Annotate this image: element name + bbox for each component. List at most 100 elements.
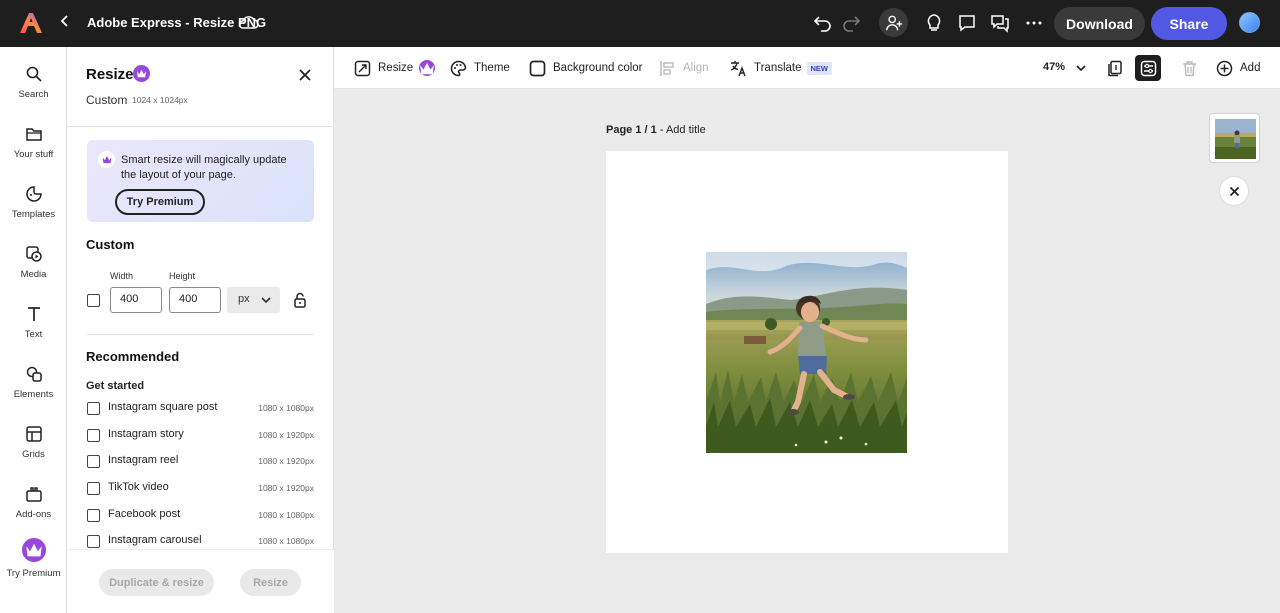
toolbar-align-label: Align xyxy=(683,62,709,74)
zoom-level[interactable]: 47% xyxy=(1043,61,1065,73)
rail-item-elements[interactable]: Elements xyxy=(0,365,67,400)
toolbar-add[interactable]: Add xyxy=(1216,58,1260,78)
preset-row[interactable]: Instagram story 1080 x 1920px xyxy=(87,426,314,446)
toolbar-resize-label: Resize xyxy=(378,62,414,74)
preset-row[interactable]: Instagram square post 1080 x 1080px xyxy=(87,399,314,419)
canvas-page[interactable] xyxy=(606,151,1008,553)
translate-icon xyxy=(730,60,746,76)
preset-checkbox[interactable] xyxy=(87,455,100,468)
rail-label: Your stuff xyxy=(13,149,54,160)
search-icon xyxy=(26,66,42,82)
toolbar-translate[interactable]: Translate NEW xyxy=(730,58,833,78)
toolbar-background-label: Background color xyxy=(553,62,643,74)
rail-item-your-stuff[interactable]: Your stuff xyxy=(0,125,67,160)
preset-size: 1080 x 1920px xyxy=(258,456,314,466)
rail-label: Add-ons xyxy=(15,509,52,520)
canvas-toolbar: Resize Theme Background color Align Tran… xyxy=(334,47,1280,89)
custom-size-checkbox[interactable] xyxy=(87,294,100,307)
height-label: Height xyxy=(169,271,196,281)
preset-size: 1080 x 1920px xyxy=(258,483,314,493)
toolbar-background-color[interactable]: Background color xyxy=(529,58,643,78)
close-icon[interactable] xyxy=(297,67,313,83)
rail-item-templates[interactable]: Templates xyxy=(0,185,67,220)
rail-label: Search xyxy=(18,89,49,100)
toolbar-theme[interactable]: Theme xyxy=(450,58,510,78)
rail-item-try-premium[interactable]: Try Premium xyxy=(0,538,67,579)
page-label: Page 1 / 1 - Add title xyxy=(606,124,706,136)
page-number: Page 1 / 1 xyxy=(606,124,657,136)
rail-item-text[interactable]: Text xyxy=(0,305,67,340)
page-thumbnail[interactable] xyxy=(1209,113,1260,163)
undo-icon[interactable] xyxy=(812,12,834,34)
rail-item-grids[interactable]: Grids xyxy=(0,425,67,460)
lightbulb-icon[interactable] xyxy=(923,12,945,34)
preset-checkbox[interactable] xyxy=(87,429,100,442)
preset-row[interactable]: Facebook post 1080 x 1080px xyxy=(87,506,314,526)
promo-text: Smart resize will magically update the l… xyxy=(121,154,287,181)
toolbar-align[interactable]: Align xyxy=(659,58,709,78)
premium-crown-icon xyxy=(419,60,436,76)
share-button[interactable]: Share xyxy=(1151,7,1227,40)
unlock-icon[interactable] xyxy=(292,292,308,308)
page-separator: - xyxy=(656,124,666,136)
premium-crown-icon xyxy=(133,65,150,82)
comments-panel-icon[interactable] xyxy=(989,12,1011,34)
preset-name: Instagram square post xyxy=(108,401,218,413)
preset-row[interactable]: Instagram reel 1080 x 1920px xyxy=(87,452,314,472)
invite-collaborator-button[interactable] xyxy=(879,8,908,37)
pages-button[interactable] xyxy=(1101,55,1127,81)
preset-checkbox[interactable] xyxy=(87,509,100,522)
back-chevron-icon[interactable] xyxy=(60,14,70,30)
top-bar: Adobe Express - Resize PNG Download Shar… xyxy=(0,0,1280,47)
background-color-icon xyxy=(529,60,546,76)
crown-icon xyxy=(21,538,46,562)
add-title-link[interactable]: Add title xyxy=(666,124,706,136)
redo-icon[interactable] xyxy=(840,12,862,34)
toolbar-translate-label: Translate xyxy=(754,62,802,74)
resize-panel: Resize Custom 1024 x 1024px Smart resize… xyxy=(67,47,334,613)
toolbar-resize[interactable]: Resize xyxy=(354,58,436,78)
preset-name: TikTok video xyxy=(108,481,169,493)
rail-item-search[interactable]: Search xyxy=(0,65,67,100)
close-icon xyxy=(1229,186,1239,196)
current-size-label: 1024 x 1024px xyxy=(132,95,188,105)
preset-checkbox[interactable] xyxy=(87,482,100,495)
duplicate-resize-button[interactable]: Duplicate & resize xyxy=(99,569,214,596)
cloud-sync-icon[interactable] xyxy=(237,13,259,31)
grid-icon xyxy=(25,426,42,442)
divider xyxy=(87,334,314,335)
preset-size: 1080 x 1080px xyxy=(258,403,314,413)
more-options-icon[interactable] xyxy=(1023,12,1045,34)
height-input[interactable]: 400 xyxy=(169,287,221,313)
rail-item-add-ons[interactable]: Add-ons xyxy=(0,485,67,520)
try-premium-button[interactable]: Try Premium xyxy=(115,189,205,215)
unit-dropdown[interactable]: px xyxy=(227,287,280,313)
media-icon xyxy=(25,246,42,262)
folder-icon xyxy=(25,128,42,141)
width-input[interactable]: 400 xyxy=(110,287,162,313)
layers-button[interactable] xyxy=(1135,55,1161,81)
rail-label: Media xyxy=(20,269,47,280)
delete-button[interactable] xyxy=(1176,55,1202,81)
resize-button[interactable]: Resize xyxy=(240,569,301,596)
close-pages-panel-button[interactable] xyxy=(1220,177,1248,205)
photo-child-running-in-field[interactable] xyxy=(706,252,907,453)
preset-row[interactable]: TikTok video 1080 x 1920px xyxy=(87,479,314,499)
rail-label: Text xyxy=(24,329,43,340)
preset-name: Facebook post xyxy=(108,508,181,520)
premium-promo-card: Smart resize will magically update the l… xyxy=(87,140,314,222)
person-add-icon xyxy=(885,15,902,30)
rail-item-media[interactable]: Media xyxy=(0,245,67,280)
adobe-express-logo[interactable] xyxy=(19,11,43,35)
sliders-icon xyxy=(1140,60,1156,76)
divider xyxy=(67,126,334,127)
photo-image xyxy=(706,252,907,453)
download-button[interactable]: Download xyxy=(1054,7,1145,40)
preset-checkbox[interactable] xyxy=(87,535,100,548)
preset-checkbox[interactable] xyxy=(87,402,100,415)
comment-icon[interactable] xyxy=(956,12,978,34)
user-avatar[interactable] xyxy=(1239,12,1260,33)
resize-icon xyxy=(354,60,371,76)
zoom-chevron-down-icon[interactable] xyxy=(1076,63,1086,73)
align-icon xyxy=(660,60,674,76)
